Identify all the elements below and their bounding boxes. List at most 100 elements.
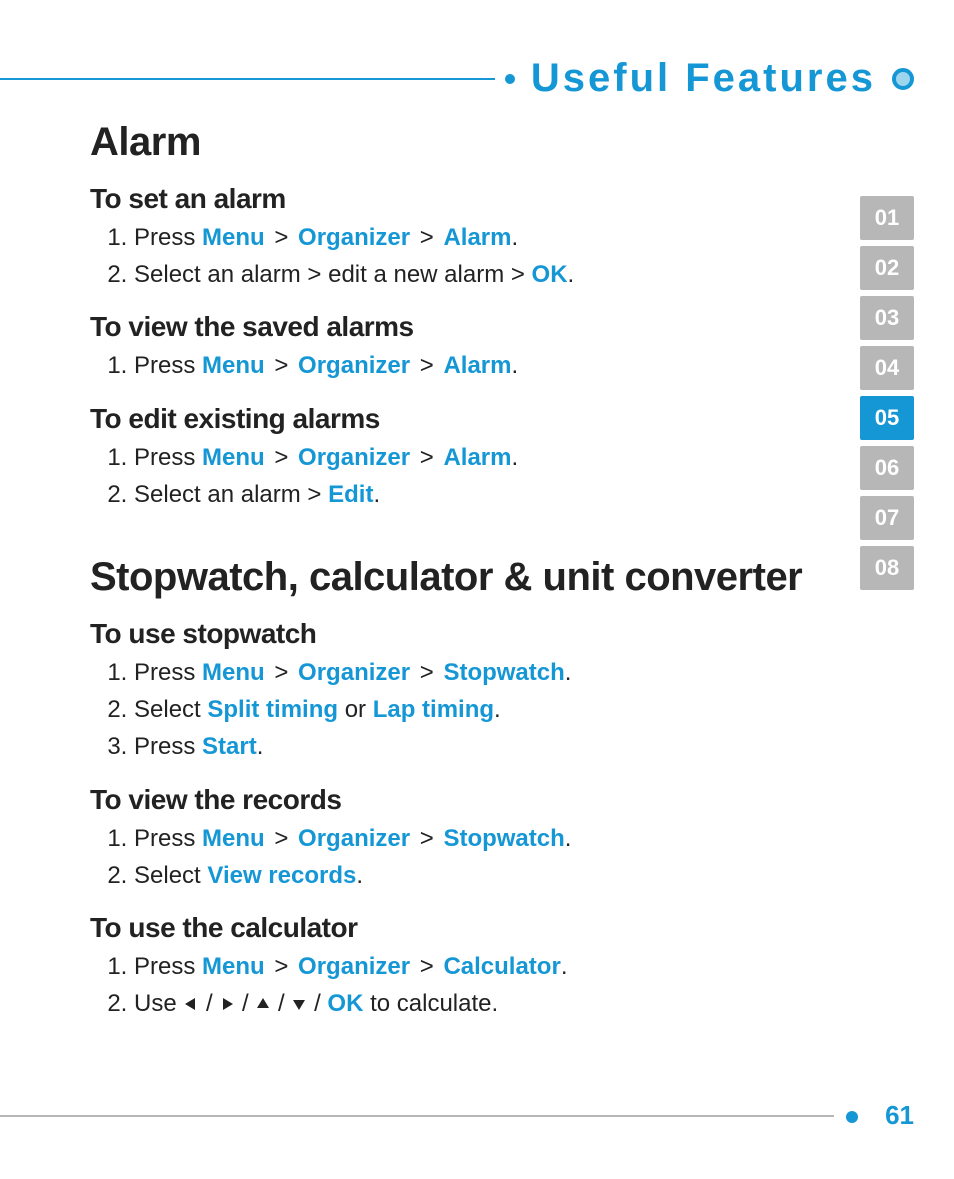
step: Press Menu > Organizer > Calculator. — [134, 948, 810, 985]
subheading-stopwatch: To use stopwatch — [90, 618, 810, 650]
alarm-label: Alarm — [443, 224, 511, 251]
edit-label: Edit — [328, 481, 373, 508]
separator: > — [413, 825, 440, 852]
text: . — [494, 696, 501, 723]
ok-label: OK — [532, 261, 568, 288]
left-arrow-icon — [183, 986, 199, 1023]
menu-label: Menu — [202, 224, 265, 251]
chapter-tab-05[interactable]: 05 — [860, 396, 914, 440]
menu-label: Menu — [202, 444, 265, 471]
text: . — [511, 444, 518, 471]
separator: > — [413, 953, 440, 980]
alarm-label: Alarm — [443, 352, 511, 379]
separator: / — [235, 990, 255, 1017]
step: Press Menu > Organizer > Stopwatch. — [134, 654, 810, 691]
up-arrow-icon — [255, 986, 271, 1023]
subheading-calculator: To use the calculator — [90, 912, 810, 944]
stopwatch-label: Stopwatch — [443, 825, 564, 852]
separator: > — [268, 224, 295, 251]
header-dot-right — [892, 68, 914, 90]
page-number: 61 — [885, 1100, 914, 1131]
menu-label: Menu — [202, 825, 265, 852]
subheading-set-alarm: To set an alarm — [90, 183, 810, 215]
step: Select Split timing or Lap timing. — [134, 691, 810, 728]
steps-set-alarm: Press Menu > Organizer > Alarm. Select a… — [90, 219, 810, 293]
header-dot-left — [505, 74, 515, 84]
separator: > — [413, 659, 440, 686]
text: Press — [134, 224, 202, 251]
footer-rule — [0, 1115, 834, 1117]
footer-dot — [846, 1111, 858, 1123]
separator: > — [268, 825, 295, 852]
separator: > — [413, 224, 440, 251]
text: Press — [134, 352, 202, 379]
text: to calculate. — [363, 990, 498, 1017]
step: Press Menu > Organizer > Alarm. — [134, 219, 810, 256]
text: Press — [134, 444, 202, 471]
separator: / — [307, 990, 327, 1017]
text: . — [561, 953, 568, 980]
text: Select — [134, 696, 207, 723]
organizer-label: Organizer — [298, 224, 410, 251]
chapter-tab-02[interactable]: 02 — [860, 246, 914, 290]
organizer-label: Organizer — [298, 444, 410, 471]
chapter-tab-04[interactable]: 04 — [860, 346, 914, 390]
lap-timing-label: Lap timing — [373, 696, 494, 723]
stopwatch-label: Stopwatch — [443, 659, 564, 686]
text: . — [565, 825, 572, 852]
organizer-label: Organizer — [298, 352, 410, 379]
organizer-label: Organizer — [298, 825, 410, 852]
down-arrow-icon — [291, 986, 307, 1023]
chapter-tab-07[interactable]: 07 — [860, 496, 914, 540]
separator: / — [271, 990, 291, 1017]
text: or — [338, 696, 373, 723]
split-timing-label: Split timing — [207, 696, 338, 723]
right-arrow-icon — [219, 986, 235, 1023]
text: Select an alarm > — [134, 481, 328, 508]
content-area: Alarm To set an alarm Press Menu > Organ… — [90, 100, 810, 1029]
text: . — [257, 733, 264, 760]
heading-tools: Stopwatch, calculator & unit converter — [90, 555, 810, 600]
chapter-tab-08[interactable]: 08 — [860, 546, 914, 590]
menu-label: Menu — [202, 953, 265, 980]
subheading-view-alarms: To view the saved alarms — [90, 311, 810, 343]
chapter-tab-01[interactable]: 01 — [860, 196, 914, 240]
steps-calculator: Press Menu > Organizer > Calculator. Use… — [90, 948, 810, 1023]
separator: > — [268, 352, 295, 379]
view-records-label: View records — [207, 862, 356, 889]
chapter-tab-06[interactable]: 06 — [860, 446, 914, 490]
step: Press Menu > Organizer > Alarm. — [134, 439, 810, 476]
step: Use / / / / OK to calculate. — [134, 985, 810, 1023]
calculator-label: Calculator — [443, 953, 560, 980]
text: . — [565, 659, 572, 686]
steps-view-alarms: Press Menu > Organizer > Alarm. — [90, 347, 810, 384]
separator: > — [413, 352, 440, 379]
text: . — [511, 224, 518, 251]
chapter-tab-03[interactable]: 03 — [860, 296, 914, 340]
organizer-label: Organizer — [298, 659, 410, 686]
step: Press Menu > Organizer > Stopwatch. — [134, 820, 810, 857]
separator: > — [268, 659, 295, 686]
text: Use — [134, 990, 183, 1017]
separator: > — [268, 444, 295, 471]
heading-alarm: Alarm — [90, 120, 810, 165]
text: Press — [134, 825, 202, 852]
separator: / — [199, 990, 219, 1017]
text: . — [511, 352, 518, 379]
subheading-records: To view the records — [90, 784, 810, 816]
separator: > — [268, 953, 295, 980]
menu-label: Menu — [202, 659, 265, 686]
step: Press Start. — [134, 728, 810, 765]
steps-stopwatch: Press Menu > Organizer > Stopwatch. Sele… — [90, 654, 810, 766]
menu-label: Menu — [202, 352, 265, 379]
text: Press — [134, 733, 202, 760]
step: Press Menu > Organizer > Alarm. — [134, 347, 810, 384]
step: Select an alarm > edit a new alarm > OK. — [134, 256, 810, 293]
text: Press — [134, 659, 202, 686]
text: . — [356, 862, 363, 889]
separator: > — [413, 444, 440, 471]
text: . — [568, 261, 575, 288]
step: Select View records. — [134, 857, 810, 894]
ok-label: OK — [327, 990, 363, 1017]
step: Select an alarm > Edit. — [134, 476, 810, 513]
